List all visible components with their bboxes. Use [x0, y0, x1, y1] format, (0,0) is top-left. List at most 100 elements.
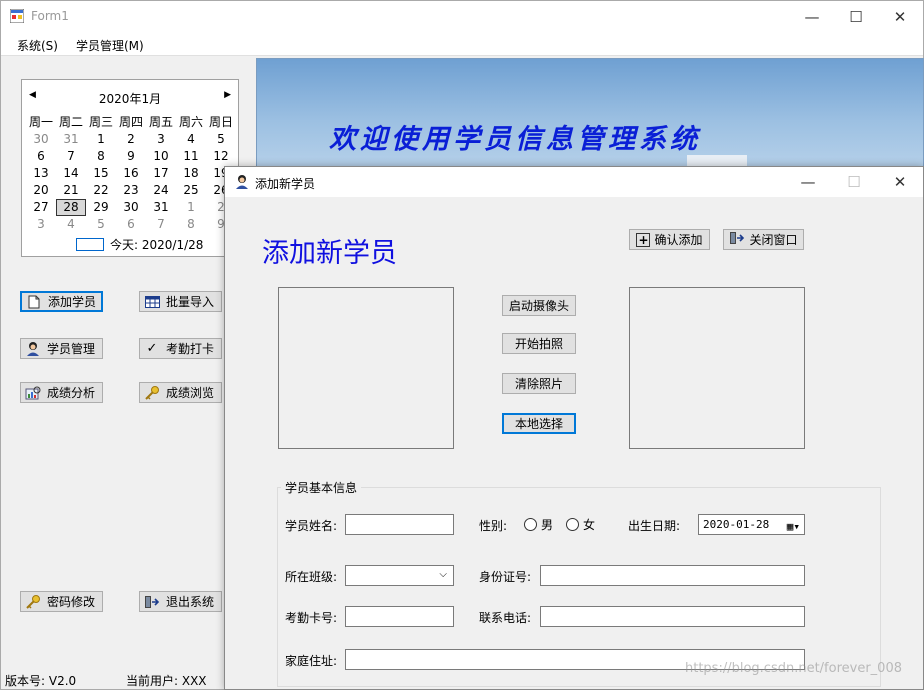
phone-input[interactable] [540, 606, 805, 627]
calendar-day[interactable]: 5 [86, 216, 116, 233]
student-manage-button[interactable]: 学员管理 [20, 338, 103, 359]
birth-label: 出生日期: [628, 519, 681, 533]
gender-female-radio[interactable]: 女 [566, 516, 595, 533]
calendar-day[interactable]: 7 [56, 148, 86, 165]
calendar-day[interactable]: 20 [26, 182, 56, 199]
class-combobox[interactable]: ⌵ [345, 565, 454, 586]
dialog-maximize-button[interactable]: ☐ [831, 167, 877, 197]
calendar-day[interactable]: 11 [176, 148, 206, 165]
weekday-label: 周四 [118, 115, 143, 129]
calendar-dropdown-icon[interactable]: ▦▾ [787, 517, 800, 536]
next-month-icon[interactable]: ▶ [224, 90, 231, 100]
take-photo-button[interactable]: 开始拍照 [502, 333, 576, 354]
change-password-button[interactable]: 密码修改 [20, 591, 103, 612]
exit-system-button[interactable]: 退出系统 [139, 591, 222, 612]
calendar-day[interactable]: 27 [26, 199, 56, 216]
card-label: 考勤卡号: [285, 611, 338, 625]
calendar-day[interactable]: 8 [176, 216, 206, 233]
name-input[interactable] [345, 514, 454, 535]
confirm-add-button[interactable]: + 确认添加 [629, 229, 710, 250]
calendar-day[interactable]: 30 [26, 131, 56, 148]
calendar-day[interactable]: 1 [176, 199, 206, 216]
main-title: Form1 [31, 9, 69, 23]
batch-import-label: 批量导入 [166, 295, 215, 309]
calendar-day[interactable]: 5 [206, 131, 236, 148]
calendar-day[interactable]: 6 [116, 216, 146, 233]
weekday-label: 周三 [88, 115, 113, 129]
confirm-add-label: 确认添加 [654, 233, 703, 247]
batch-import-button[interactable]: 批量导入 [139, 291, 222, 312]
attendance-button[interactable]: ✓ 考勤打卡 [139, 338, 222, 359]
calendar-day[interactable]: 21 [56, 182, 86, 199]
birth-date-picker[interactable]: 2020-01-28 ▦▾ [698, 514, 805, 535]
dialog-titlebar: 添加新学员 — ☐ ✕ [225, 167, 923, 197]
calendar-weekday-row: 周一 周二 周三 周四 周五 周六 周日 [26, 114, 236, 131]
close-window-button[interactable]: 关闭窗口 [723, 229, 804, 250]
calendar-day[interactable]: 18 [176, 165, 206, 182]
calendar-day[interactable]: 23 [116, 182, 146, 199]
dialog-heading: 添加新学员 [262, 238, 397, 269]
calendar-day[interactable]: 31 [146, 199, 176, 216]
calendar-day[interactable]: 24 [146, 182, 176, 199]
calendar-day[interactable]: 13 [26, 165, 56, 182]
calendar-day[interactable]: 25 [176, 182, 206, 199]
calendar-day[interactable]: 10 [146, 148, 176, 165]
exit-door-icon [729, 231, 745, 248]
calendar-day[interactable]: 29 [86, 199, 116, 216]
month-calendar[interactable]: ◀ 2020年1月 ▶ 周一 周二 周三 周四 周五 周六 周日 30 31 1… [21, 79, 239, 257]
calendar-week-row: 6 7 8 9 10 11 12 [26, 148, 236, 165]
birth-date-value: 2020-01-28 [703, 518, 770, 531]
change-password-label: 密码修改 [47, 595, 96, 609]
score-browse-label: 成绩浏览 [166, 386, 215, 400]
calendar-day[interactable]: 9 [116, 148, 146, 165]
calendar-day[interactable]: 1 [86, 131, 116, 148]
calendar-week-row: 13 14 15 16 17 18 19 [26, 165, 236, 182]
calendar-day[interactable]: 30 [116, 199, 146, 216]
menu-system[interactable]: 系统(S) [17, 37, 58, 54]
card-number-input[interactable] [345, 606, 454, 627]
calendar-day[interactable]: 6 [26, 148, 56, 165]
calendar-day[interactable]: 3 [26, 216, 56, 233]
calendar-today[interactable]: 今天: 2020/1/28 [76, 236, 203, 253]
calendar-day[interactable]: 22 [86, 182, 116, 199]
calendar-day[interactable]: 12 [206, 148, 236, 165]
chevron-down-icon: ⌵ [439, 569, 447, 580]
score-analysis-button[interactable]: 成绩分析 [20, 382, 103, 403]
id-number-input[interactable] [540, 565, 805, 586]
calendar-day[interactable]: 4 [176, 131, 206, 148]
calendar-day[interactable]: 7 [146, 216, 176, 233]
id-label: 身份证号: [479, 570, 532, 584]
score-browse-button[interactable]: 成绩浏览 [139, 382, 222, 403]
maximize-button[interactable]: ☐ [833, 1, 879, 32]
version-text: 版本号: V2.0 [5, 674, 77, 688]
photo-preview-box [629, 287, 805, 449]
clear-photo-button[interactable]: 清除照片 [502, 373, 576, 394]
calendar-day[interactable]: 16 [116, 165, 146, 182]
calendar-day[interactable]: 15 [86, 165, 116, 182]
dialog-title: 添加新学员 [255, 177, 316, 191]
gender-male-radio[interactable]: 男 [524, 516, 553, 533]
calendar-day[interactable]: 2 [116, 131, 146, 148]
calendar-day[interactable]: 14 [56, 165, 86, 182]
calendar-month-label[interactable]: 2020年1月 [22, 90, 238, 107]
user-icon [25, 341, 41, 357]
calendar-day-selected[interactable]: 28 [56, 199, 86, 216]
calendar-week-row: 3 4 5 6 7 8 9 [26, 216, 236, 233]
calendar-day[interactable]: 4 [56, 216, 86, 233]
user-icon [236, 175, 248, 189]
dialog-minimize-button[interactable]: — [785, 167, 831, 197]
welcome-banner: 欢迎使用学员信息管理系统 [256, 58, 924, 173]
calendar-day[interactable]: 8 [86, 148, 116, 165]
close-button[interactable]: ✕ [877, 1, 923, 32]
calendar-day[interactable]: 17 [146, 165, 176, 182]
minimize-button[interactable]: — [789, 1, 835, 32]
menu-student-manage[interactable]: 学员管理(M) [76, 37, 144, 54]
local-select-button[interactable]: 本地选择 [502, 413, 576, 434]
plus-icon: + [636, 232, 651, 247]
calendar-day[interactable]: 31 [56, 131, 86, 148]
add-student-button[interactable]: 添加学员 [20, 291, 103, 312]
chart-analysis-icon [25, 385, 41, 401]
calendar-day[interactable]: 3 [146, 131, 176, 148]
dialog-close-button[interactable]: ✕ [877, 167, 923, 197]
start-camera-button[interactable]: 启动摄像头 [502, 295, 576, 316]
